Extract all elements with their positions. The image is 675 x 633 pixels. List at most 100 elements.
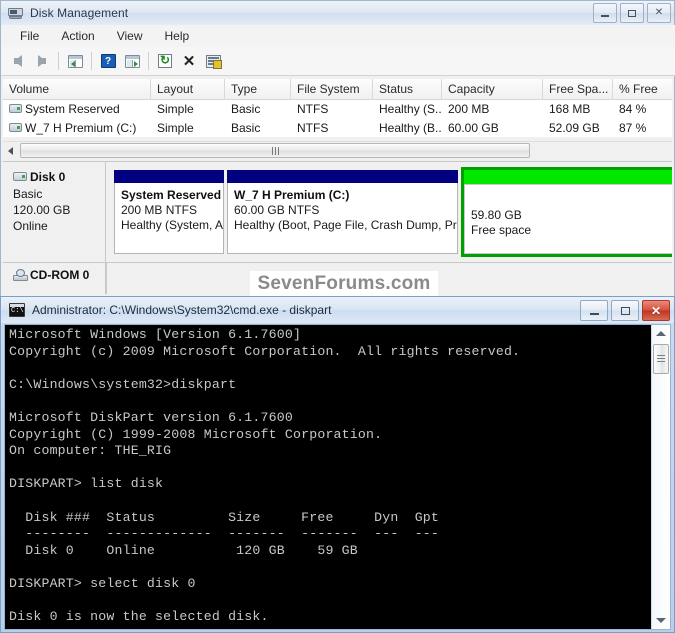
scroll-left-icon [8,146,13,155]
cell-free-space: 52.09 GB [549,121,600,135]
disk-name: Disk 0 [13,170,105,184]
menu-file[interactable]: File [9,27,50,45]
maximize-button[interactable] [611,300,639,321]
close-icon: ✕ [654,7,664,18]
partition-body: 59.80 GB Free space [464,184,672,254]
column-header-volume[interactable]: Volume [3,79,151,99]
table-row[interactable]: W_7 H Premium (C:) Simple Basic NTFS Hea… [3,119,672,138]
properties-icon [205,54,222,69]
partition-color-bar [227,170,458,183]
scroll-up-icon [656,331,666,336]
cell-free-space: 168 MB [549,102,591,116]
refresh-button[interactable] [153,50,177,72]
scroll-down-button[interactable] [652,612,670,629]
cdrom-name-label: CD-ROM 0 [30,268,90,282]
menu-view[interactable]: View [106,27,154,45]
cell-file-system: NTFS [297,121,329,135]
cell-volume-label: W_7 H Premium (C:) [25,121,137,135]
minimize-button[interactable] [593,3,617,23]
disk-row-disk0: Disk 0 Basic 120.00 GB Online System Res… [3,162,672,263]
cell-capacity: 60.00 GB [448,121,499,135]
column-header-layout[interactable]: Layout [151,79,225,99]
minimize-button[interactable] [580,300,608,321]
maximize-icon [628,9,636,17]
help-button[interactable]: ? [96,50,120,72]
cell-type: Basic [231,121,261,135]
partition-label: W_7 H Premium (C:) [234,188,350,202]
toolbar-separator [91,52,92,70]
toolbar-separator [58,52,59,70]
table-row[interactable]: System Reserved Simple Basic NTFS Health… [3,100,672,119]
cdrom-icon [13,269,28,281]
disk-management-icon [8,6,24,20]
partition-size: 59.80 GB [471,208,522,222]
back-arrow-icon [14,55,22,67]
column-header-capacity[interactable]: Capacity [442,79,543,99]
cell-capacity: 200 MB [448,102,490,116]
column-header-file-system[interactable]: File System [291,79,373,99]
cmd-icon [9,303,25,317]
back-button[interactable] [6,50,30,72]
partition-bars: System Reserved 200 MB NTFS Healthy (Sys… [106,162,672,262]
cell-percent-free: 87 % [619,121,647,135]
volume-list-horizontal-scrollbar[interactable] [3,141,672,159]
cell-status: Healthy (B... [379,121,442,135]
menu-help[interactable]: Help [154,27,201,45]
console-vertical-scrollbar[interactable] [651,325,670,629]
refresh-icon [158,53,172,68]
watermark: SevenForums.com [250,271,438,297]
scroll-left-button[interactable] [3,142,18,159]
menu-bar: File Action View Help [1,25,675,48]
show-hide-action-pane-icon [124,54,140,68]
maximize-icon [620,306,630,315]
partition-label: System Reserved [121,188,222,202]
disk-management-titlebar: Disk Management ✕ [1,1,674,25]
partition-system-reserved[interactable]: System Reserved 200 MB NTFS Healthy (Sys… [114,170,224,254]
scrollbar-thumb[interactable] [653,344,669,374]
partition-w7-home-premium-c[interactable]: W_7 H Premium (C:) 60.00 GB NTFS Healthy… [227,170,458,254]
column-header-status[interactable]: Status [373,79,442,99]
column-header-free-space[interactable]: Free Spa... [543,79,613,99]
forward-arrow-icon [38,55,46,67]
console-client-area[interactable]: Microsoft Windows [Version 6.1.7600] Cop… [4,324,671,630]
column-header-type[interactable]: Type [225,79,291,99]
cell-status: Healthy (S... [379,102,442,116]
partition-size: 200 MB NTFS [121,203,198,217]
close-button[interactable]: ✕ [642,300,670,321]
forward-button[interactable] [30,50,54,72]
properties-button[interactable] [201,50,225,72]
column-header-percent-free[interactable]: % Free [613,79,672,99]
cell-volume: W_7 H Premium (C:) [3,119,151,138]
maximize-button[interactable] [620,3,644,23]
scroll-up-button[interactable] [652,325,670,342]
scroll-down-icon [656,618,666,623]
volume-list[interactable]: Volume Layout Type File System Status Ca… [3,79,672,137]
cdrom-name: CD-ROM 0 [13,268,89,282]
partition-color-bar [114,170,224,183]
cdrom-info-panel[interactable]: CD-ROM 0 [3,263,106,294]
delete-button[interactable]: ✕ [177,50,201,72]
disk-name-label: Disk 0 [30,170,66,184]
menu-action[interactable]: Action [50,27,105,45]
disk-info-panel[interactable]: Disk 0 Basic 120.00 GB Online [3,162,106,262]
close-button[interactable]: ✕ [647,3,671,23]
cell-type: Basic [231,102,261,116]
close-icon: ✕ [650,303,662,318]
volume-icon [9,104,22,114]
cell-layout: Simple [157,102,194,116]
toolbar-separator [148,52,149,70]
cell-layout: Simple [157,121,194,135]
console-output[interactable]: Microsoft Windows [Version 6.1.7600] Cop… [5,325,651,629]
cell-file-system: NTFS [297,102,329,116]
window-title: Disk Management [30,6,129,20]
partition-status: Free space [471,223,532,237]
cell-volume: System Reserved [3,100,151,119]
command-prompt-titlebar: Administrator: C:\Windows\System32\cmd.e… [1,297,674,323]
minimize-icon [601,15,609,17]
show-hide-console-tree-button[interactable] [63,50,87,72]
show-hide-action-pane-button[interactable] [120,50,144,72]
disk-state: Online [13,219,48,233]
minimize-icon [589,313,599,315]
partition-free-space[interactable]: 59.80 GB Free space [461,167,672,257]
scrollbar-thumb[interactable] [20,143,530,158]
